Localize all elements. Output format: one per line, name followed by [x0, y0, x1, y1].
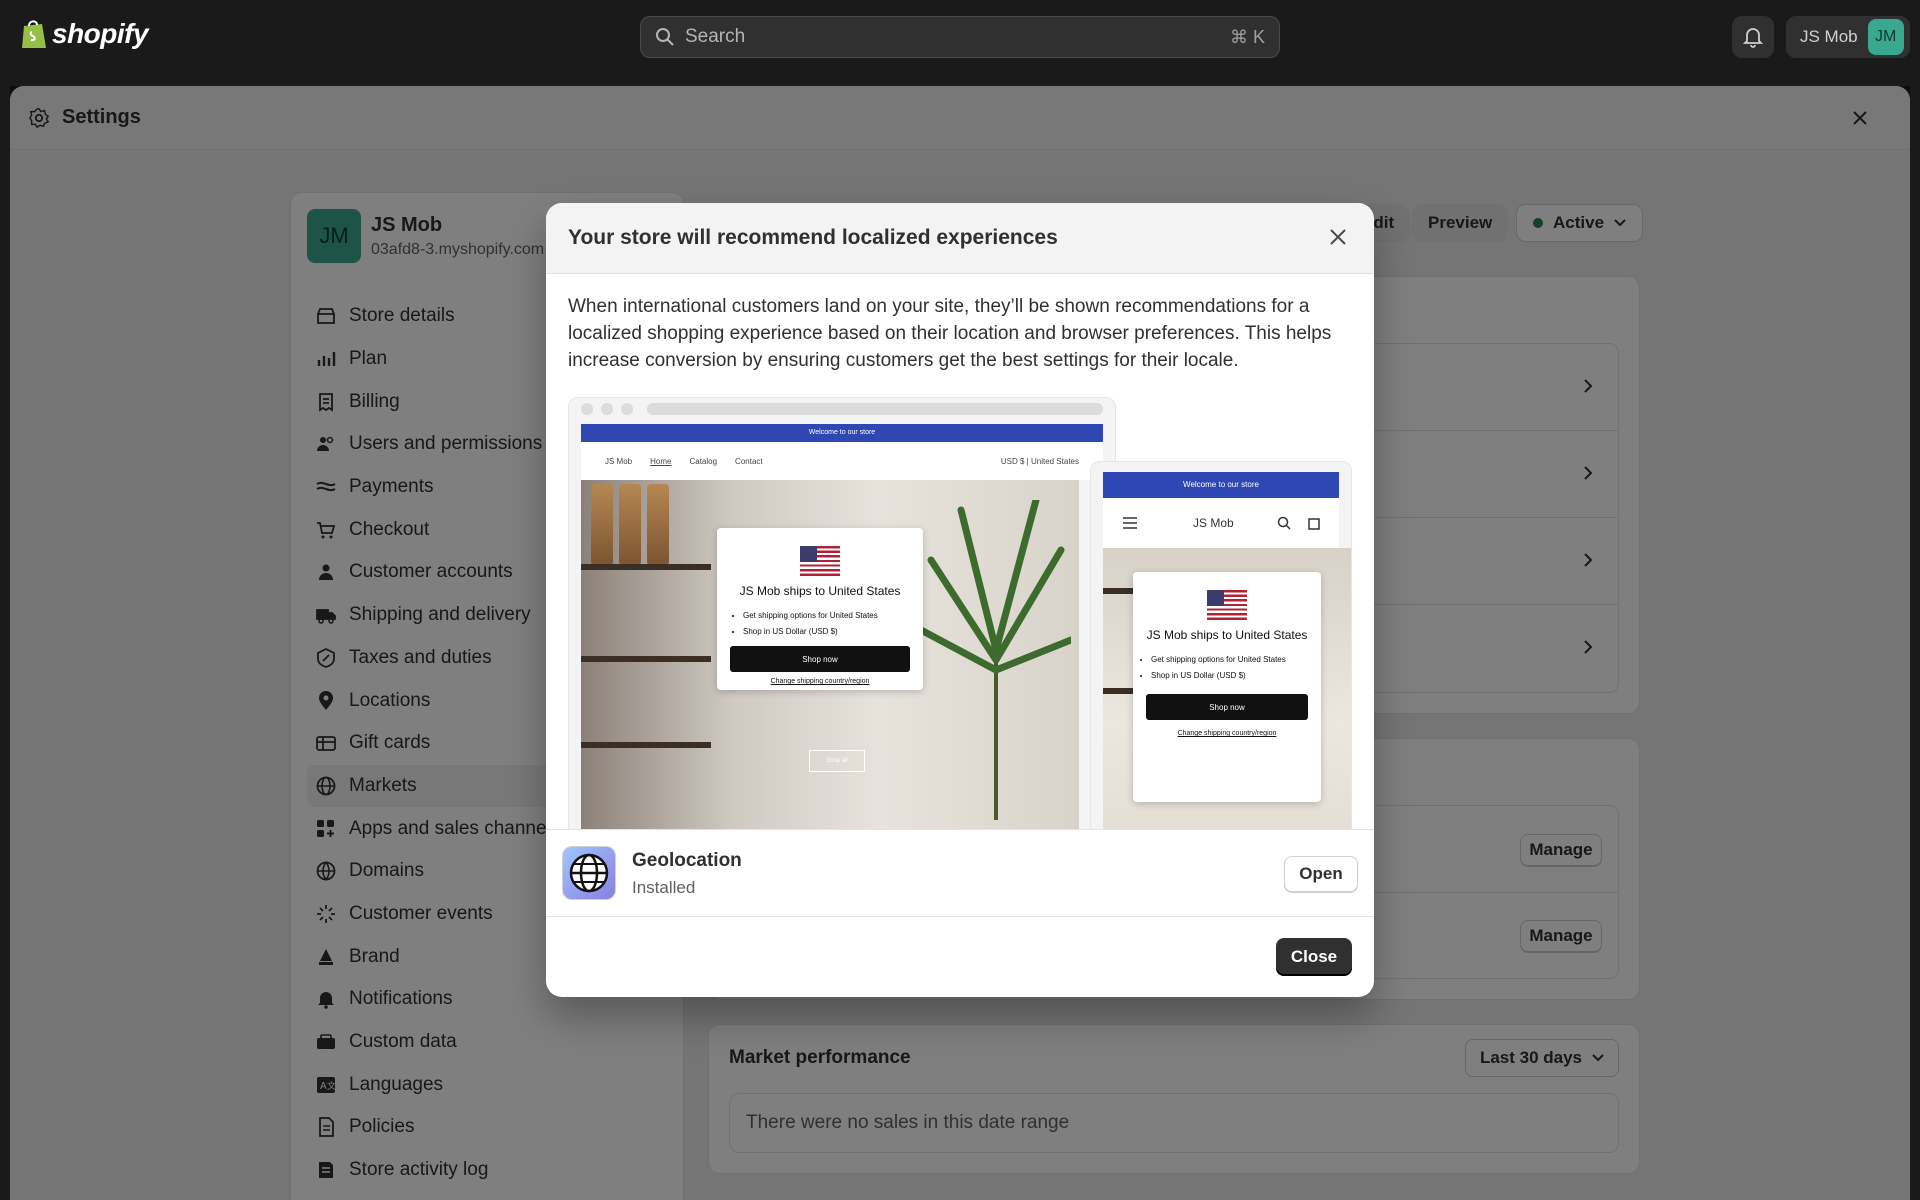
popup-bullet: Get shipping options for United States	[743, 608, 923, 624]
top-bar: shopify Search ⌘ K JS Mob JM	[0, 0, 1920, 74]
user-menu-button[interactable]: JS Mob JM	[1786, 16, 1910, 58]
browser-chrome	[569, 398, 1115, 420]
storefront-currency: USD $ | United States	[1000, 456, 1079, 466]
globe-icon	[569, 853, 609, 893]
storefront-nav: JS Mob Home Catalog Contact USD $ | Unit…	[581, 442, 1103, 480]
popup-bullet: Shop in US Dollar (USD $)	[1151, 668, 1321, 684]
shopify-bag-icon	[22, 20, 46, 48]
hamburger-menu-icon	[1123, 517, 1137, 529]
shop-now-button: Shop now	[1146, 694, 1308, 720]
search-placeholder: Search	[685, 26, 746, 47]
global-search[interactable]: Search ⌘ K	[640, 16, 1280, 58]
close-label: Close	[1290, 947, 1338, 966]
storefront-nav-catalog: Catalog	[689, 456, 718, 466]
popup-title: JS Mob ships to United States	[739, 584, 901, 598]
storefront-nav-home: Home	[650, 456, 672, 466]
storefront-nav-contact: Contact	[735, 456, 763, 466]
us-flag-icon	[800, 546, 840, 576]
modal-description: When international customers land on you…	[568, 296, 1332, 371]
avatar: JM	[1867, 19, 1904, 55]
bell-icon	[1743, 28, 1763, 48]
change-region-link: Change shipping country/region	[770, 678, 870, 685]
localized-experiences-modal: Your store will recommend localized expe…	[546, 203, 1374, 997]
mobile-announcement-bar: Welcome to our store	[1103, 472, 1339, 498]
mobile-preview-image: Welcome to our store JS Mob JS Mob ships…	[1090, 461, 1352, 839]
popup-title: JS Mob ships to United States	[1146, 628, 1308, 642]
close-icon	[1330, 229, 1346, 245]
storefront-name: JS Mob	[605, 456, 633, 466]
geolocation-app-icon	[562, 846, 616, 900]
popup-bullet: Shop in US Dollar (USD $)	[743, 624, 923, 640]
storefront-hero: JS Mob ships to United States Get shippi…	[581, 480, 1079, 838]
popup-bullet: Get shipping options for United States	[1151, 652, 1321, 668]
notifications-button[interactable]	[1732, 16, 1774, 58]
mobile-storefront-name: JS Mob	[1193, 516, 1234, 530]
change-region-link: Change shipping country/region	[1177, 730, 1277, 737]
modal-close-button[interactable]	[1328, 227, 1352, 251]
cart-icon	[1308, 518, 1320, 530]
search-icon	[656, 28, 674, 46]
mobile-country-popup: JS Mob ships to United States Get shippi…	[1133, 572, 1321, 802]
mobile-storefront-nav: JS Mob	[1103, 498, 1339, 548]
search-shortcut: ⌘ K	[1229, 26, 1265, 47]
desktop-preview-image: Welcome to our store JS Mob Home Catalog…	[568, 397, 1116, 839]
open-app-button[interactable]: Open	[1284, 856, 1358, 892]
brand-name: shopify	[52, 18, 149, 49]
open-label: Open	[1299, 864, 1343, 883]
search-icon	[1277, 516, 1291, 530]
shopify-logo[interactable]: shopify	[20, 18, 149, 50]
announcement-bar: Welcome to our store	[581, 424, 1103, 442]
shop-all-button: Shop all	[809, 750, 865, 772]
geolocation-app-row: Geolocation Installed Open	[546, 829, 1374, 917]
close-button[interactable]: Close	[1276, 938, 1352, 976]
us-flag-icon	[1207, 590, 1247, 620]
user-name: JS Mob	[1800, 27, 1858, 46]
modal-header: Your store will recommend localized expe…	[546, 203, 1374, 274]
desktop-country-popup: JS Mob ships to United States Get shippi…	[717, 528, 923, 690]
plant-illustration	[921, 500, 1071, 820]
app-status: Installed	[632, 878, 696, 897]
shop-now-button: Shop now	[730, 646, 910, 672]
modal-title: Your store will recommend localized expe…	[568, 226, 1058, 249]
mobile-storefront-hero: JS Mob ships to United States Get shippi…	[1103, 548, 1351, 838]
app-name: Geolocation	[632, 850, 742, 871]
